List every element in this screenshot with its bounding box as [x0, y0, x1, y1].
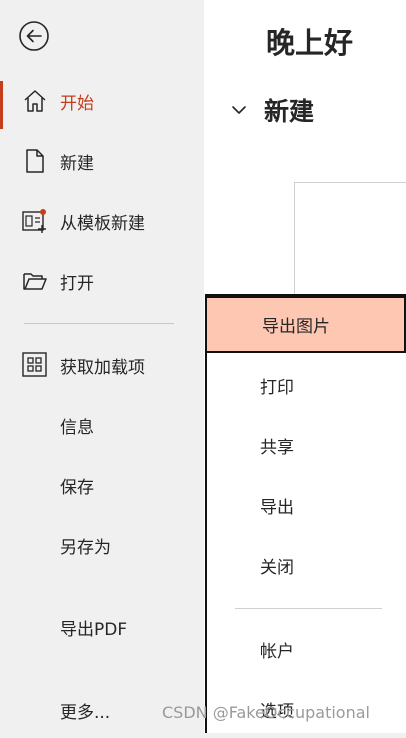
blank-template-card[interactable]	[294, 182, 406, 303]
menu-item-share[interactable]: 共享	[207, 417, 406, 474]
folder-open-icon	[22, 268, 48, 294]
sidebar-item-save-as[interactable]: 另存为	[0, 523, 203, 567]
page-title: 晚上好	[266, 26, 354, 60]
sidebar-item-label: 开始	[60, 93, 94, 114]
chevron-down-icon	[230, 101, 248, 119]
sidebar-divider	[24, 323, 174, 324]
menu-item-account[interactable]: 帐户	[207, 621, 406, 678]
sidebar-item-label: 从模板新建	[60, 213, 145, 234]
sidebar-item-label: 打开	[60, 273, 94, 294]
sidebar-item-label: 另存为	[60, 537, 111, 558]
back-arrow-icon	[19, 21, 49, 51]
addins-grid-icon	[22, 352, 48, 378]
menu-item-label: 打印	[260, 378, 294, 398]
new-section-header[interactable]: 新建	[230, 92, 314, 128]
menu-divider	[235, 608, 382, 609]
sidebar-item-label: 获取加载项	[60, 357, 145, 378]
template-icon	[22, 208, 48, 234]
sidebar-item-save[interactable]: 保存	[0, 463, 203, 507]
sidebar-item-new[interactable]: 新建	[0, 139, 203, 183]
menu-item-label: 导出图片	[262, 317, 330, 337]
menu-item-export[interactable]: 导出	[207, 477, 406, 534]
back-button[interactable]	[18, 20, 50, 52]
backstage-sidebar: 开始 新建 从模板新建 打开 获取加载项 信息 保存 另存为 导出PDF 更多.…	[0, 0, 203, 733]
watermark: CSDN @FakeOccupational	[162, 703, 370, 722]
sidebar-item-label: 更多...	[60, 702, 111, 723]
menu-item-close[interactable]: 关闭	[207, 537, 406, 594]
sidebar-item-info[interactable]: 信息	[0, 403, 203, 447]
menu-item-label: 关闭	[260, 558, 294, 578]
sidebar-item-label: 保存	[60, 477, 94, 498]
new-document-icon	[22, 148, 48, 174]
section-title: 新建	[264, 97, 315, 126]
sidebar-item-new-from-template[interactable]: 从模板新建	[0, 199, 203, 243]
menu-item-label: 共享	[260, 438, 294, 458]
sidebar-item-get-addins[interactable]: 获取加载项	[0, 343, 203, 387]
sidebar-item-label: 新建	[60, 153, 94, 174]
menu-item-label: 帐户	[260, 642, 294, 662]
sidebar-item-label: 导出PDF	[60, 619, 128, 640]
menu-item-label: 导出	[260, 498, 294, 518]
sidebar-item-open[interactable]: 打开	[0, 259, 203, 303]
sidebar-item-label: 信息	[60, 417, 94, 438]
menu-item-print[interactable]: 打印	[207, 357, 406, 414]
sidebar-item-home[interactable]: 开始	[0, 79, 203, 129]
more-menu: 导出图片 打印 共享 导出 关闭 帐户 选项	[205, 294, 406, 733]
sidebar-item-export-pdf[interactable]: 导出PDF	[0, 605, 203, 649]
home-icon	[22, 88, 48, 114]
menu-item-export-image[interactable]: 导出图片	[205, 296, 406, 353]
